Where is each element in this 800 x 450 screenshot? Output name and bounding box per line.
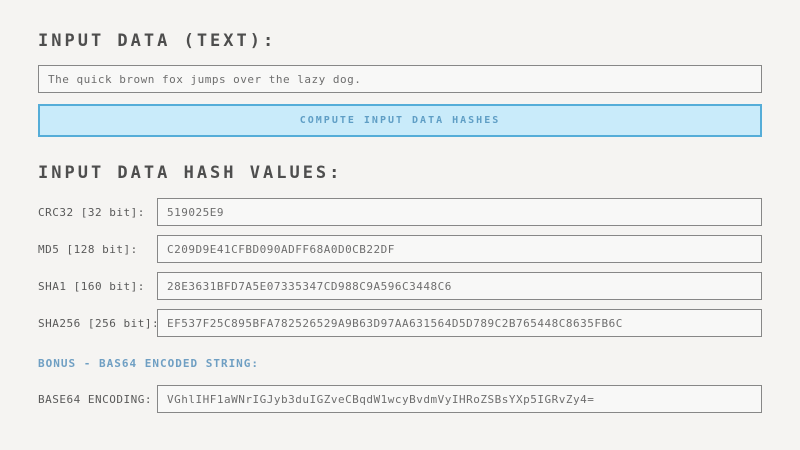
hash-values-title: INPUT DATA HASH VALUES: [38, 165, 762, 181]
input-data-title: INPUT DATA (TEXT): [38, 33, 762, 49]
compute-hashes-button[interactable]: COMPUTE INPUT DATA HASHES [38, 104, 762, 137]
hash-row-md5: MD5 [128 bit]: [38, 235, 762, 263]
hash-row-sha256: SHA256 [256 bit]: [38, 309, 762, 337]
md5-value-field[interactable] [157, 235, 762, 263]
base64-label: BASE64 ENCODING: [38, 393, 157, 406]
sha256-value-field[interactable] [157, 309, 762, 337]
base64-row: BASE64 ENCODING: [38, 385, 762, 413]
crc32-value-field[interactable] [157, 198, 762, 226]
base64-value-field[interactable] [157, 385, 762, 413]
bonus-base64-title: BONUS - BAS64 ENCODED STRING: [38, 357, 762, 370]
crc32-label: CRC32 [32 bit]: [38, 206, 157, 219]
page-container: INPUT DATA (TEXT): COMPUTE INPUT DATA HA… [0, 0, 800, 413]
sha256-label: SHA256 [256 bit]: [38, 317, 157, 330]
input-data-field[interactable] [38, 65, 762, 93]
hash-row-sha1: SHA1 [160 bit]: [38, 272, 762, 300]
md5-label: MD5 [128 bit]: [38, 243, 157, 256]
hash-row-crc32: CRC32 [32 bit]: [38, 198, 762, 226]
sha1-label: SHA1 [160 bit]: [38, 280, 157, 293]
sha1-value-field[interactable] [157, 272, 762, 300]
